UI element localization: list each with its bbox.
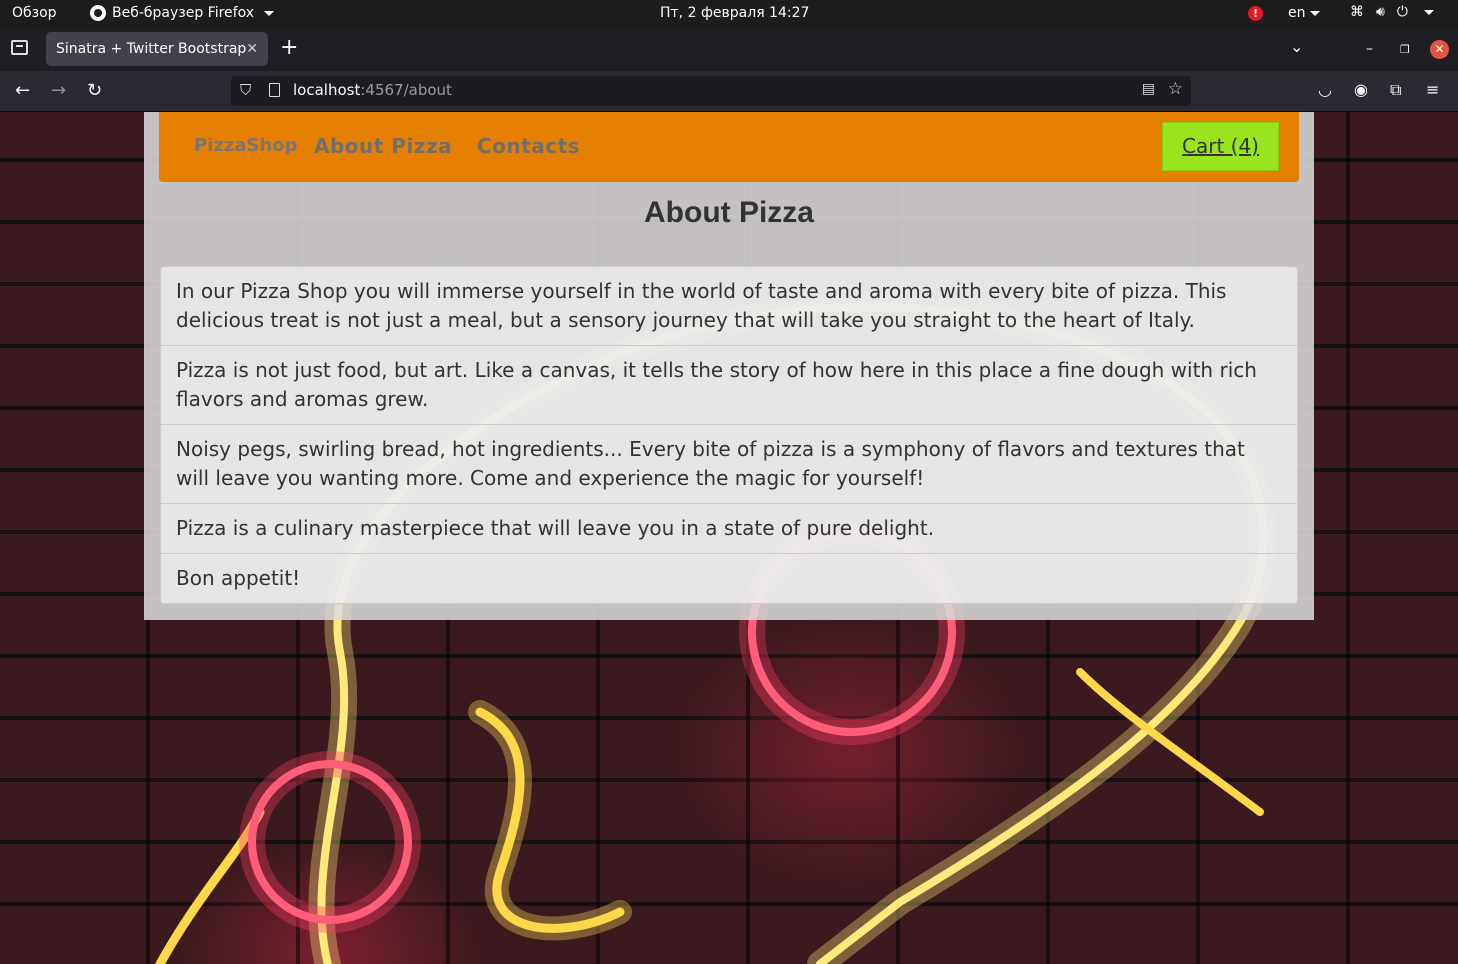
list-all-tabs-icon[interactable]	[11, 40, 28, 55]
back-button[interactable]: ←	[15, 80, 30, 101]
page-info-icon[interactable]	[269, 83, 280, 97]
list-item: In our Pizza Shop you will immerse yours…	[160, 266, 1298, 346]
chevron-down-icon	[264, 10, 275, 16]
new-tab-button[interactable]: +	[280, 36, 298, 60]
browser-nav-bar: ← → ↻ ⛉ localhost:4567/about ▤ ☆ ◡ ◉ ⧉ ≡	[0, 71, 1458, 112]
extensions-icon[interactable]: ⧉	[1390, 80, 1401, 100]
pocket-icon[interactable]: ◡	[1318, 80, 1332, 99]
nav-link-about-pizza[interactable]: About Pizza	[314, 134, 452, 158]
app-menu-label: Веб-браузер Firefox	[112, 5, 255, 21]
reader-view-icon[interactable]: ▤	[1142, 81, 1155, 97]
page-title: About Pizza	[644, 196, 814, 229]
url-path: :4567/about	[360, 81, 452, 99]
browser-tab-strip: Sinatra + Twitter Bootstrap ✕ + ⌄ – ❐ ✕	[0, 27, 1458, 71]
firefox-icon	[90, 5, 106, 21]
list-item: Noisy pegs, swirling bread, hot ingredie…	[160, 425, 1298, 504]
list-item: Pizza is not just food, but art. Like a …	[160, 346, 1298, 425]
restore-window-button[interactable]: ❐	[1400, 43, 1410, 56]
cart-button[interactable]: Cart (4)	[1162, 122, 1279, 171]
notification-alert-icon[interactable]: !	[1248, 6, 1263, 21]
tab-title: Sinatra + Twitter Bootstrap	[56, 41, 247, 57]
clock[interactable]: Пт, 2 февраля 14:27	[660, 5, 809, 21]
hamburger-menu-icon[interactable]: ≡	[1426, 80, 1439, 99]
chevron-down-icon	[1423, 9, 1434, 15]
browser-tab[interactable]: Sinatra + Twitter Bootstrap ✕	[46, 32, 268, 66]
tracking-protection-shield-icon[interactable]: ⛉	[240, 81, 251, 99]
forward-button[interactable]: →	[51, 80, 66, 101]
minimize-window-button[interactable]: –	[1366, 41, 1373, 57]
close-window-button[interactable]: ✕	[1430, 40, 1449, 59]
page-viewport: PizzaShop About Pizza Contacts Cart (4) …	[0, 112, 1458, 964]
address-bar[interactable]: ⛉ localhost:4567/about ▤ ☆	[231, 76, 1191, 106]
list-item: Pizza is a culinary masterpiece that wil…	[160, 504, 1298, 554]
reload-button[interactable]: ↻	[87, 80, 102, 101]
list-item: Bon appetit!	[160, 554, 1298, 604]
keyboard-layout-label: en	[1288, 5, 1306, 21]
network-icon: ⌘	[1350, 4, 1364, 20]
bookmark-star-icon[interactable]: ☆	[1168, 79, 1183, 99]
brand-link[interactable]: PizzaShop	[194, 135, 298, 156]
app-menu[interactable]: Веб-браузер Firefox	[90, 5, 275, 21]
page-container: PizzaShop About Pizza Contacts Cart (4) …	[144, 112, 1314, 620]
system-menu[interactable]: ⌘ 🔊︎ ⏻	[1350, 4, 1434, 20]
power-icon: ⏻	[1396, 4, 1408, 20]
nav-link-contacts[interactable]: Contacts	[477, 134, 580, 158]
keyboard-layout[interactable]: en	[1288, 5, 1320, 21]
chevron-down-icon	[1309, 10, 1320, 16]
activities-button[interactable]: Обзор	[12, 5, 57, 21]
account-icon[interactable]: ◉	[1354, 80, 1368, 99]
close-tab-icon[interactable]: ✕	[246, 41, 258, 57]
volume-icon: 🔊︎	[1376, 4, 1385, 20]
system-top-bar: Обзор Веб-браузер Firefox Пт, 2 февраля …	[0, 0, 1458, 27]
url-text[interactable]: localhost:4567/about	[293, 81, 452, 99]
tab-overflow-chevron-icon[interactable]: ⌄	[1290, 37, 1303, 56]
site-navbar: PizzaShop About Pizza Contacts Cart (4)	[159, 112, 1299, 182]
url-host: localhost	[293, 81, 361, 99]
about-list: In our Pizza Shop you will immerse yours…	[160, 266, 1298, 604]
